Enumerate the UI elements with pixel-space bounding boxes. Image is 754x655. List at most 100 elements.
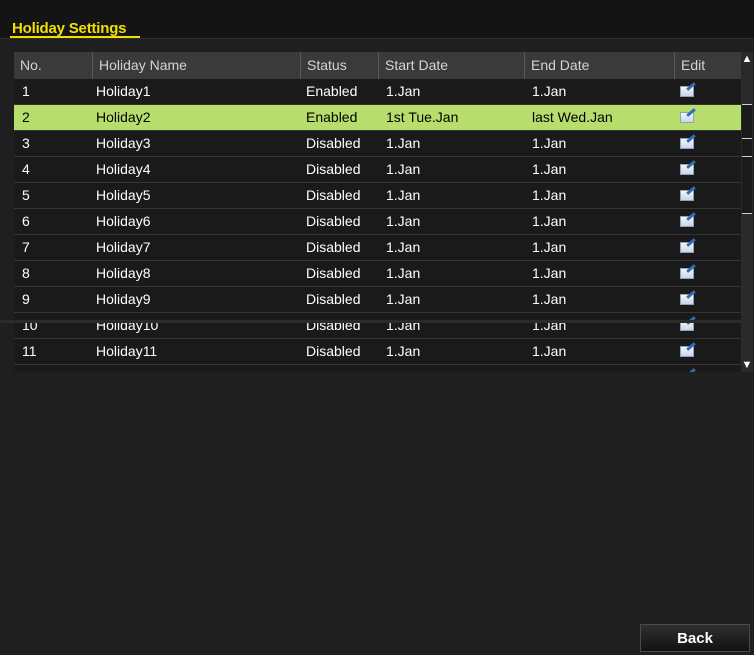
start-date: 1st Tue.Jan (386, 109, 459, 125)
row-number: 11 (22, 343, 37, 359)
page-title: Holiday Settings (12, 20, 127, 37)
table-row[interactable]: 7 Holiday7 Disabled 1.Jan 1.Jan (14, 235, 741, 261)
table-row[interactable]: 5 Holiday5 Disabled 1.Jan 1.Jan (14, 183, 741, 209)
holiday-name: Holiday3 (96, 135, 151, 151)
start-date: 1.Jan (386, 291, 421, 307)
end-date: 1.Jan (532, 365, 566, 372)
holiday-status: Disabled (306, 187, 361, 203)
start-date: 1.Jan (386, 343, 421, 359)
holiday-status: Disabled (306, 213, 361, 229)
edit-icon (680, 268, 694, 279)
row-number: 4 (22, 161, 30, 177)
scroll-thumb[interactable] (742, 104, 752, 214)
row-number: 5 (22, 187, 30, 203)
edit-button[interactable] (680, 346, 694, 357)
end-date: 1.Jan (532, 213, 567, 229)
table-row[interactable]: 8 Holiday8 Disabled 1.Jan 1.Jan (14, 261, 741, 287)
table-row[interactable]: 1 Holiday1 Enabled 1.Jan 1.Jan (14, 79, 741, 105)
edit-icon (680, 190, 694, 201)
edit-icon (680, 216, 694, 227)
row-number: 9 (22, 291, 30, 307)
end-date: 1.Jan (532, 317, 567, 333)
start-date: 1.Jan (386, 135, 421, 151)
row-number: 10 (22, 317, 38, 333)
start-date: 1.Jan (386, 239, 421, 255)
row-number: 2 (22, 109, 30, 125)
holiday-status: Disabled (306, 343, 361, 359)
partial-row-cutoff (0, 320, 741, 323)
table-row[interactable]: 6 Holiday6 Disabled 1.Jan 1.Jan (14, 209, 741, 235)
holiday-settings-window: Holiday Settings No. Holiday Name Status… (0, 0, 754, 655)
holiday-status: Disabled (306, 135, 361, 151)
row-number: 1 (22, 83, 30, 99)
start-date: 1.Jan (386, 265, 421, 281)
edit-button[interactable] (680, 294, 694, 305)
title-underline (10, 36, 140, 38)
edit-icon (680, 138, 694, 149)
edit-button[interactable] (680, 164, 694, 175)
holiday-name: Holiday1 (96, 83, 151, 99)
start-date: 1.Jan (386, 365, 420, 372)
holiday-name: Holiday8 (96, 265, 151, 281)
end-date: last Wed.Jan (532, 109, 613, 125)
holiday-name: Holiday5 (96, 187, 151, 203)
holiday-name: Holiday9 (96, 291, 151, 307)
table-row[interactable]: 11 Holiday11 Disabled 1.Jan 1.Jan (14, 339, 741, 365)
edit-button[interactable] (680, 242, 694, 253)
start-date: 1.Jan (386, 317, 421, 333)
chevron-up-icon[interactable]: ▲ (741, 52, 753, 66)
holiday-table: No. Holiday Name Status Start Date End D… (14, 52, 741, 372)
edit-button[interactable] (680, 268, 694, 279)
edit-icon (680, 112, 694, 123)
title-bar: Holiday Settings (0, 0, 754, 39)
table-row[interactable]: 3 Holiday3 Disabled 1.Jan 1.Jan (14, 131, 741, 157)
column-header-no: No. (20, 57, 42, 73)
end-date: 1.Jan (532, 343, 567, 359)
column-header-status: Status (300, 52, 378, 79)
holiday-status: Disabled (306, 161, 361, 177)
edit-button[interactable] (680, 190, 694, 201)
holiday-name: Holiday10 (96, 317, 159, 333)
table-row[interactable]: 4 Holiday4 Disabled 1.Jan 1.Jan (14, 157, 741, 183)
chevron-down-icon[interactable]: ▼ (741, 358, 753, 372)
vertical-scrollbar[interactable]: ▲ ▼ (741, 52, 753, 372)
back-button[interactable]: Back (640, 624, 750, 652)
table-row[interactable]: 10 Holiday10 Disabled 1.Jan 1.Jan (14, 313, 741, 339)
row-number: 3 (22, 135, 30, 151)
end-date: 1.Jan (532, 83, 567, 99)
holiday-name: Holiday2 (96, 109, 151, 125)
end-date: 1.Jan (532, 135, 567, 151)
end-date: 1.Jan (532, 291, 567, 307)
holiday-name: Holiday4 (96, 161, 151, 177)
edit-icon (680, 164, 694, 175)
holiday-status: Disabled (306, 291, 361, 307)
holiday-status: Enabled (306, 83, 358, 99)
edit-icon (680, 86, 694, 97)
edit-icon (680, 242, 694, 253)
table-row[interactable]: 2 Holiday2 Enabled 1st Tue.Jan last Wed.Jan (14, 105, 741, 131)
holiday-name: Holiday12 (96, 365, 158, 372)
edit-button[interactable] (680, 216, 694, 227)
scroll-grip-line (742, 138, 752, 139)
holiday-status: Disabled (306, 239, 361, 255)
edit-button[interactable] (680, 138, 694, 149)
row-number: 8 (22, 265, 30, 281)
holiday-status: Enabled (306, 109, 358, 125)
edit-button[interactable] (680, 86, 694, 97)
start-date: 1.Jan (386, 213, 421, 229)
edit-icon (680, 346, 694, 357)
table-row[interactable]: 12 Holiday12 Disabled 1.Jan 1.Jan (14, 365, 741, 372)
table-row[interactable]: 9 Holiday9 Disabled 1.Jan 1.Jan (14, 287, 741, 313)
table-body: 1 Holiday1 Enabled 1.Jan 1.Jan 2 Holiday2 Enabl… (14, 79, 741, 372)
column-header-start-date: Start Date (378, 52, 524, 79)
table-header: No. Holiday Name Status Start Date End D… (14, 52, 741, 79)
edit-button[interactable] (680, 112, 694, 123)
edit-icon (680, 294, 694, 305)
row-number: 12 (22, 365, 38, 372)
end-date: 1.Jan (532, 187, 567, 203)
end-date: 1.Jan (532, 265, 567, 281)
scroll-grip-line (742, 156, 752, 157)
holiday-status: Disabled (306, 317, 361, 333)
end-date: 1.Jan (532, 239, 567, 255)
holiday-name: Holiday7 (96, 239, 151, 255)
